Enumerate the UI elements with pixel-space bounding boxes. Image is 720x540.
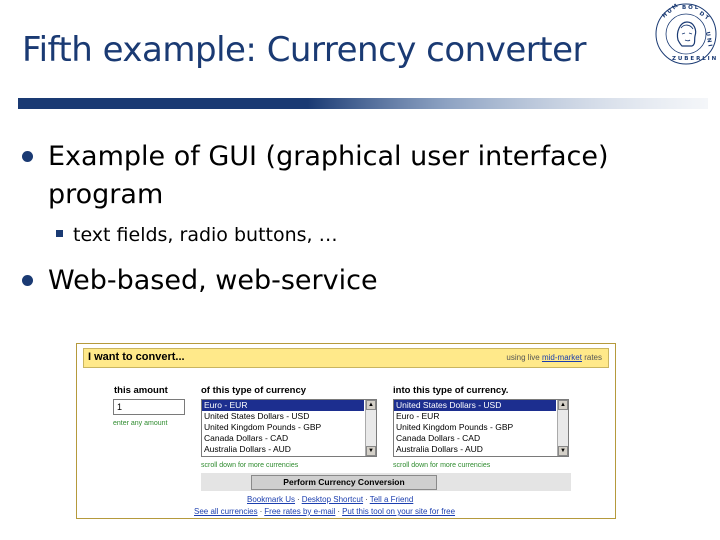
desktop-shortcut-link[interactable]: Desktop Shortcut — [302, 495, 363, 504]
from-currency-option[interactable]: United States Dollars - USD — [202, 411, 364, 422]
svg-text:D T: D T — [698, 11, 710, 22]
amount-label: this amount — [114, 385, 168, 396]
to-listbox-scrollbar[interactable]: ▲ ▼ — [557, 400, 568, 456]
amount-hint: enter any amount — [113, 420, 168, 427]
rates-prefix: using live — [506, 353, 542, 362]
put-tool-on-site-link[interactable]: Put this tool on your site for free — [342, 507, 455, 516]
amount-input[interactable] — [113, 399, 185, 415]
converter-header-title: I want to convert... — [88, 351, 185, 363]
from-currency-label: of this type of currency — [201, 385, 307, 396]
from-currency-option[interactable]: United Kingdom Pounds - GBP — [202, 422, 364, 433]
sub-bullet-text: text fields, radio buttons, … — [73, 224, 338, 246]
scroll-up-arrow-icon[interactable]: ▲ — [366, 400, 376, 410]
tell-a-friend-link[interactable]: Tell a Friend — [370, 495, 414, 504]
links-row-1: Bookmark Us · Desktop Shortcut · Tell a Frie… — [247, 495, 414, 504]
to-currency-option[interactable]: Australia Dollars - AUD — [394, 444, 556, 455]
svg-text:Z U B E R L I N: Z U B E R L I N — [672, 56, 717, 62]
converter-header: I want to convert... using live mid-mark… — [83, 348, 609, 368]
university-seal-logo: H U M B O L D T U N I Z U B E R L I N — [655, 3, 717, 65]
currency-converter-widget: I want to convert... using live mid-mark… — [76, 343, 616, 519]
scroll-down-arrow-icon[interactable]: ▼ — [366, 446, 376, 456]
converter-header-rates: using live mid-market rates — [506, 353, 602, 362]
from-currency-listbox[interactable]: Euro - EUR United States Dollars - USD U… — [201, 399, 377, 457]
scroll-up-arrow-icon[interactable]: ▲ — [558, 400, 568, 410]
from-listbox-scrollbar[interactable]: ▲ ▼ — [365, 400, 376, 456]
links-row-2: See all currencies · Free rates by e-mail ·… — [194, 507, 456, 516]
rates-suffix: rates — [581, 353, 602, 362]
svg-text:B O L: B O L — [682, 5, 699, 11]
title-underline-band — [18, 98, 708, 109]
free-rates-email-link[interactable]: Free rates by e-mail — [264, 507, 335, 516]
slide-title: Fifth example: Currency converter — [22, 30, 586, 70]
bullet-dot-icon — [22, 275, 33, 286]
to-scroll-hint: scroll down for more currencies — [393, 462, 491, 469]
svg-text:H U M: H U M — [661, 3, 679, 19]
square-bullet-icon — [56, 230, 63, 237]
scroll-down-arrow-icon[interactable]: ▼ — [558, 446, 568, 456]
to-currency-option[interactable]: Euro - EUR — [394, 411, 556, 422]
bullet-dot-icon — [22, 151, 33, 162]
sub-bullet: text fields, radio buttons, … — [56, 224, 338, 246]
bullet-text-line1: Example of GUI (graphical user interface… — [48, 141, 609, 172]
from-scroll-hint: scroll down for more currencies — [201, 462, 299, 469]
to-currency-option[interactable]: United Kingdom Pounds - GBP — [394, 422, 556, 433]
from-currency-option[interactable]: Australia Dollars - AUD — [202, 444, 364, 455]
perform-conversion-button[interactable]: Perform Currency Conversion — [251, 475, 437, 490]
to-currency-option[interactable]: United States Dollars - USD — [394, 400, 556, 411]
bullet-text-line2: program — [48, 179, 164, 210]
svg-text:U N I: U N I — [704, 31, 713, 47]
from-currency-option[interactable]: Canada Dollars - CAD — [202, 433, 364, 444]
from-currency-option[interactable]: Euro - EUR — [202, 400, 364, 411]
bookmark-us-link[interactable]: Bookmark Us — [247, 495, 295, 504]
to-currency-option[interactable]: Canada Dollars - CAD — [394, 433, 556, 444]
bullet-text: Web-based, web-service — [48, 265, 378, 296]
to-currency-listbox[interactable]: United States Dollars - USD Euro - EUR U… — [393, 399, 569, 457]
to-currency-label: into this type of currency. — [393, 385, 509, 396]
mid-market-link[interactable]: mid-market — [542, 353, 582, 362]
see-all-currencies-link[interactable]: See all currencies — [194, 507, 258, 516]
